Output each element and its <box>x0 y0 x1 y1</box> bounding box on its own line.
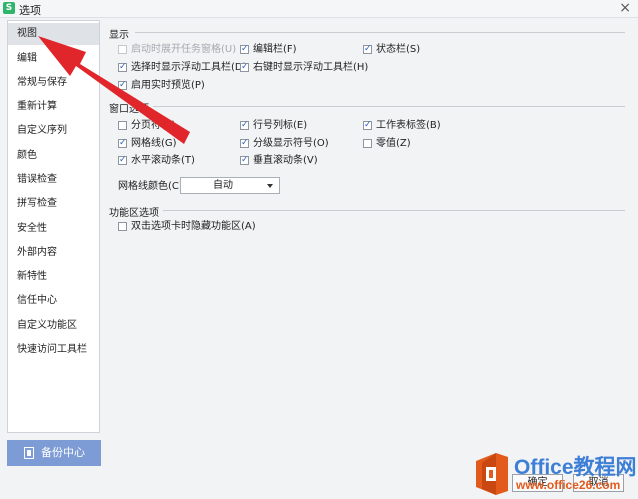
display-group-title: 显示 <box>109 26 133 41</box>
gridline-color-label: 网格线颜色(C): <box>118 181 187 192</box>
office-tutorial-watermark: Office教程网 www.office26.com <box>472 449 638 499</box>
checkbox[interactable] <box>118 121 127 130</box>
watermark-url: www.office26.com <box>516 478 621 492</box>
sidebar-item-trust-center[interactable]: 信任中心 <box>8 290 99 312</box>
ribbon-group-title: 功能区选项 <box>109 204 163 219</box>
checkbox[interactable] <box>363 139 372 148</box>
checkmark-icon[interactable]: ✓ <box>118 156 127 165</box>
checkmark-icon[interactable]: ✓ <box>118 81 127 90</box>
chevron-down-icon <box>267 184 273 188</box>
sidebar-item-security[interactable]: 安全性 <box>8 218 99 240</box>
sidebar-item-recalculate[interactable]: 重新计算 <box>8 96 99 118</box>
checkmark-icon[interactable]: ✓ <box>240 139 249 148</box>
display-divider <box>135 32 625 33</box>
checkbox[interactable] <box>118 45 127 54</box>
checkmark-icon[interactable]: ✓ <box>240 156 249 165</box>
window-options-divider <box>151 106 625 107</box>
sidebar-item-edit[interactable]: 编辑 <box>8 48 99 70</box>
backup-icon <box>24 447 34 459</box>
checkmark-icon[interactable]: ✓ <box>118 63 127 72</box>
gridline-color-select[interactable]: 自动 <box>180 177 280 194</box>
backup-center-label: 备份中心 <box>41 446 85 459</box>
wps-spreadsheet-icon: S <box>3 2 15 14</box>
checkmark-icon[interactable]: ✓ <box>240 121 249 130</box>
gridline-color-value: 自动 <box>213 180 233 191</box>
sidebar-item-quick-access-toolbar[interactable]: 快速访问工具栏 <box>8 339 99 361</box>
sidebar-item-custom-lists[interactable]: 自定义序列 <box>8 120 99 142</box>
category-sidebar: 视图 编辑 常规与保存 重新计算 自定义序列 颜色 错误检查 拼写检查 安全性 … <box>7 20 100 433</box>
checkmark-icon[interactable]: ✓ <box>118 139 127 148</box>
title-bar: S 选项 × <box>0 0 638 18</box>
sidebar-item-spell-check[interactable]: 拼写检查 <box>8 193 99 215</box>
window-title: 选项 <box>19 4 41 17</box>
sidebar-item-customize-ribbon[interactable]: 自定义功能区 <box>8 315 99 337</box>
sidebar-item-external-content[interactable]: 外部内容 <box>8 242 99 264</box>
close-icon[interactable]: × <box>619 0 631 16</box>
backup-center-button[interactable]: 备份中心 <box>7 440 101 466</box>
options-panel: 显示 启动时展开任务窗格(U) ✓ 编辑栏(F) ✓ 状态栏(S) ✓ 选择时显… <box>105 20 632 496</box>
watermark-title: Office教程网 <box>514 456 637 479</box>
sidebar-item-error-check[interactable]: 错误检查 <box>8 169 99 191</box>
sidebar-item-color[interactable]: 颜色 <box>8 145 99 167</box>
sidebar-item-general-save[interactable]: 常规与保存 <box>8 72 99 94</box>
sidebar-item-new-features[interactable]: 新特性 <box>8 266 99 288</box>
checkmark-icon[interactable]: ✓ <box>363 45 372 54</box>
checkbox[interactable] <box>118 222 127 231</box>
office-logo-icon <box>476 453 508 495</box>
checkmark-icon[interactable]: ✓ <box>240 45 249 54</box>
checkmark-icon[interactable]: ✓ <box>240 63 249 72</box>
checkmark-icon[interactable]: ✓ <box>363 121 372 130</box>
ribbon-divider <box>161 210 625 211</box>
sidebar-item-view[interactable]: 视图 <box>8 23 99 45</box>
window-options-group-title: 窗口选项 <box>109 100 153 115</box>
